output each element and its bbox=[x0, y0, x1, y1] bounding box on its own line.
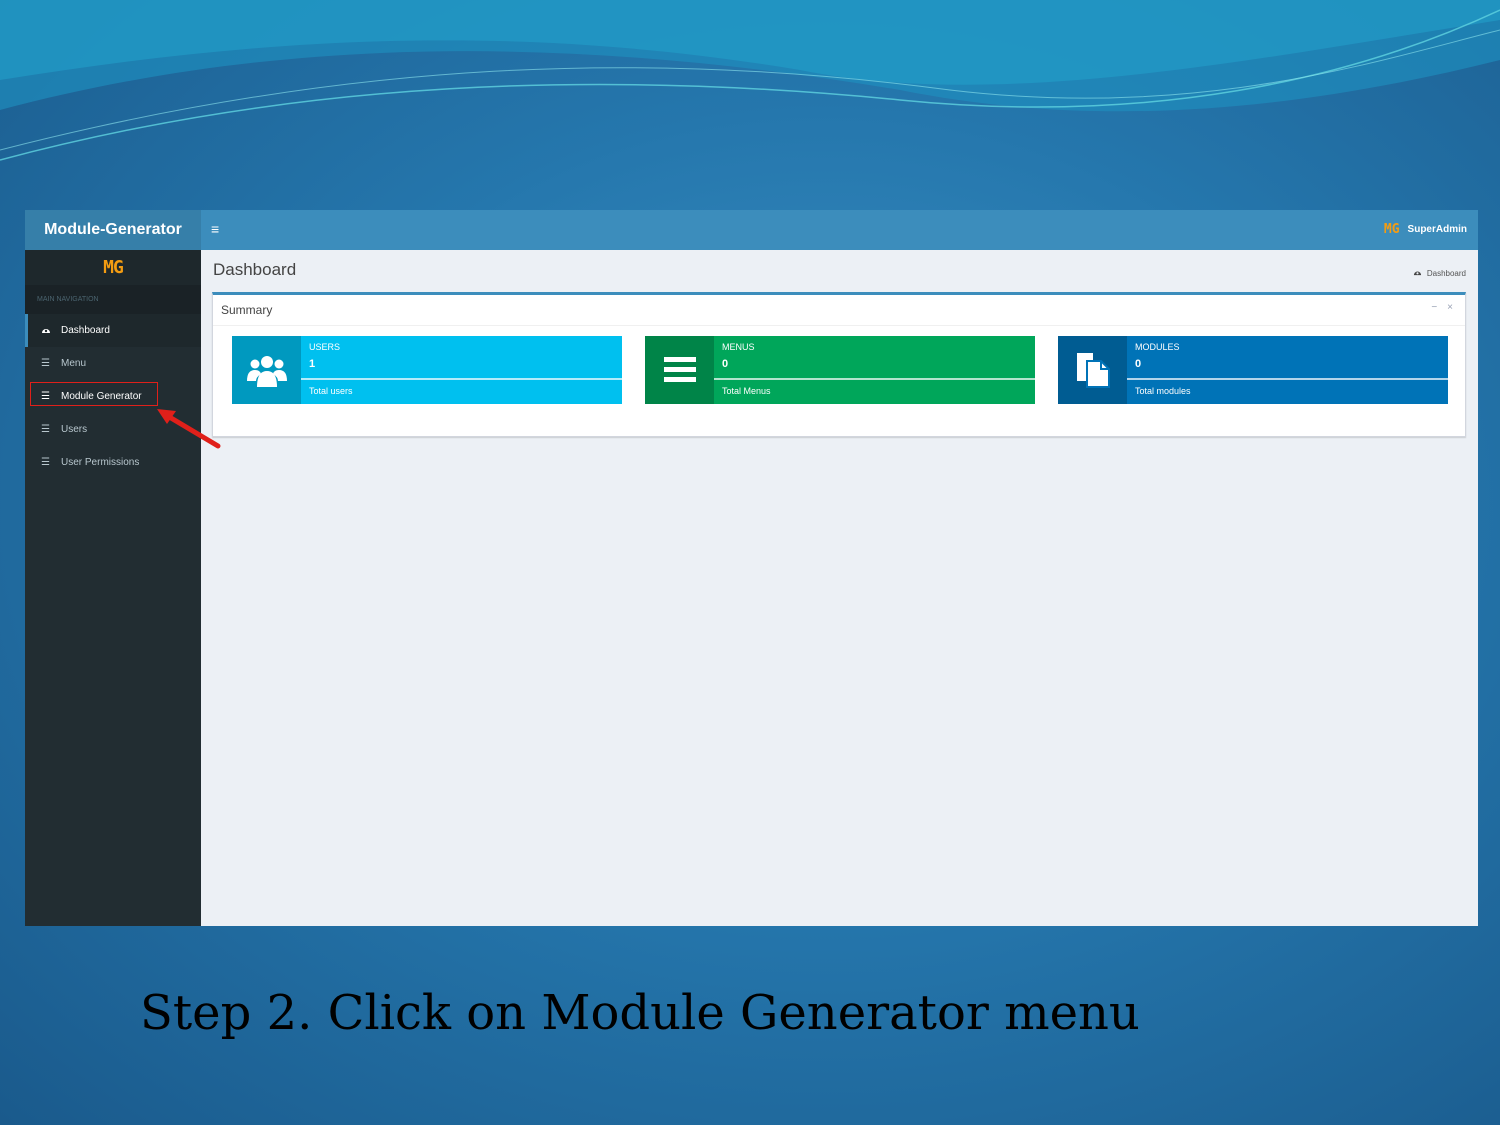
user-name: SuperAdmin bbox=[1407, 224, 1467, 235]
sidebar-item-label: Menu bbox=[61, 358, 87, 369]
info-box-description: Total Menus bbox=[722, 386, 771, 396]
info-box-description: Total modules bbox=[1135, 386, 1191, 396]
sidebar-item-label: Users bbox=[61, 424, 88, 435]
users-icon bbox=[232, 336, 301, 404]
info-box-menus[interactable]: MENUS 0 Total Menus bbox=[645, 336, 1035, 404]
user-avatar: MG bbox=[1383, 222, 1400, 237]
sidebar-item-menu[interactable]: ☰ Menu bbox=[25, 347, 201, 380]
info-box-modules[interactable]: MODULES 0 Total modules bbox=[1058, 336, 1448, 404]
summary-box: Summary − × USERS 1 Total users MENUS 0 … bbox=[212, 292, 1466, 437]
sidebar: MG MAIN NAVIGATION Dashboard ☰ Menu ☰ Mo… bbox=[25, 250, 201, 926]
files-icon bbox=[1058, 336, 1127, 404]
progress-bar bbox=[301, 378, 622, 380]
sidebar-logo: MG bbox=[25, 250, 201, 285]
info-box-users[interactable]: USERS 1 Total users bbox=[232, 336, 622, 404]
slide-caption: Step 2. Click on Module Generator menu bbox=[140, 985, 1140, 1041]
list-icon bbox=[645, 336, 714, 404]
info-box-label: MENUS bbox=[722, 342, 755, 352]
info-box-label: MODULES bbox=[1135, 342, 1180, 352]
dashboard-icon bbox=[1413, 268, 1422, 278]
info-box-number: 1 bbox=[309, 358, 316, 370]
dashboard-icon bbox=[41, 325, 57, 337]
page-title: Dashboard bbox=[213, 260, 297, 279]
sidebar-item-label: User Permissions bbox=[61, 457, 140, 468]
list-icon: ☰ bbox=[41, 358, 50, 369]
info-box-label: USERS bbox=[309, 342, 341, 352]
list-icon: ☰ bbox=[41, 424, 50, 435]
collapse-icon[interactable]: − bbox=[1431, 302, 1437, 313]
list-icon: ☰ bbox=[41, 457, 50, 468]
user-menu[interactable]: MG SuperAdmin bbox=[1384, 222, 1467, 237]
box-tools: − × bbox=[1431, 302, 1453, 313]
progress-bar bbox=[714, 378, 1035, 380]
annotation-arrow bbox=[157, 409, 221, 449]
app-window: Module-Generator ≡ MG SuperAdmin MG MAIN… bbox=[25, 210, 1478, 926]
info-box-number: 0 bbox=[722, 358, 729, 370]
close-icon[interactable]: × bbox=[1447, 302, 1453, 313]
highlight-box bbox=[30, 382, 158, 406]
info-box-description: Total users bbox=[309, 386, 353, 396]
sidebar-item-label: Dashboard bbox=[61, 325, 110, 336]
top-navbar: ≡ MG SuperAdmin bbox=[201, 210, 1478, 250]
sidebar-toggle-icon[interactable]: ≡ bbox=[211, 221, 219, 237]
decorative-waves bbox=[0, 0, 1500, 161]
brand-logo-text[interactable]: Module-Generator bbox=[25, 210, 201, 250]
box-title: Summary bbox=[213, 295, 1465, 326]
breadcrumb-item: Dashboard bbox=[1426, 268, 1466, 278]
breadcrumb[interactable]: Dashboard bbox=[1413, 268, 1466, 278]
info-box-number: 0 bbox=[1135, 358, 1142, 370]
sidebar-header: MAIN NAVIGATION bbox=[25, 285, 201, 314]
sidebar-item-dashboard[interactable]: Dashboard bbox=[25, 314, 201, 347]
progress-bar bbox=[1127, 378, 1448, 380]
